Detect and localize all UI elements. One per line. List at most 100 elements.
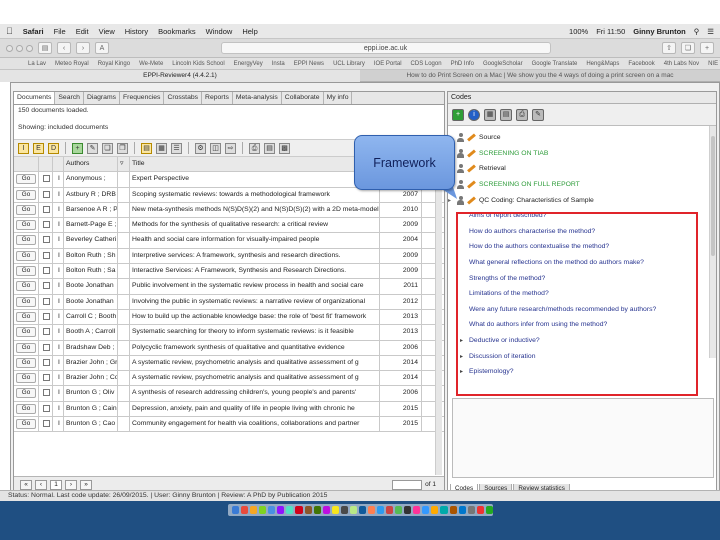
table-row[interactable]: Go I Bolton Ruth ; Sh Interpretive services… bbox=[14, 248, 444, 265]
include-icon[interactable]: I bbox=[18, 142, 29, 154]
row-checkbox[interactable] bbox=[43, 312, 50, 320]
bookmark-item[interactable]: PhD Info bbox=[451, 61, 474, 67]
go-button[interactable]: Go bbox=[16, 388, 36, 399]
report-icon[interactable]: ▤ bbox=[264, 142, 275, 154]
table-row[interactable]: Go I Brunton G ; Cain Depression, anxiety, … bbox=[14, 401, 444, 418]
dock-app-icon[interactable] bbox=[331, 506, 339, 514]
grid-view-icon[interactable]: ▦ bbox=[156, 142, 167, 154]
go-button[interactable]: Go bbox=[16, 403, 36, 414]
dock-app-icon[interactable] bbox=[250, 506, 258, 514]
add-code-icon[interactable]: + bbox=[452, 108, 464, 121]
bookmark-item[interactable]: EnergyVey bbox=[234, 61, 263, 67]
tab-documents[interactable]: Documents bbox=[14, 92, 56, 104]
tab-collaborate[interactable]: Collaborate bbox=[282, 92, 324, 104]
back-icon[interactable]: ‹ bbox=[57, 42, 71, 54]
tab-my-info[interactable]: My info bbox=[324, 92, 353, 104]
dock-app-icon[interactable] bbox=[295, 506, 303, 514]
dock-app-icon[interactable] bbox=[377, 506, 385, 514]
dock-app-icon[interactable] bbox=[467, 506, 475, 514]
table-row[interactable]: Go I Bradshaw Deb ; Polycyclic framework sy… bbox=[14, 340, 444, 356]
tab-frequencies[interactable]: Frequencies bbox=[120, 92, 165, 104]
tab-diagrams[interactable]: Diagrams bbox=[84, 92, 121, 104]
row-checkbox[interactable] bbox=[43, 175, 50, 183]
export-icon[interactable]: ⇨ bbox=[225, 142, 236, 154]
prev-page-button[interactable]: ‹ bbox=[35, 479, 47, 490]
dock-app-icon[interactable] bbox=[340, 506, 348, 514]
info-icon[interactable]: i bbox=[468, 108, 480, 121]
go-button[interactable]: Go bbox=[16, 189, 36, 200]
table-row[interactable]: Go I Beverley Catheri Health and social car… bbox=[14, 233, 444, 249]
next-page-button[interactable]: › bbox=[65, 479, 77, 490]
go-button[interactable]: Go bbox=[16, 327, 36, 338]
go-button[interactable]: Go bbox=[16, 250, 36, 261]
close-window-button[interactable] bbox=[6, 44, 13, 52]
row-checkbox[interactable] bbox=[43, 297, 50, 305]
table-row[interactable]: Go I Booth A ; Carroll Systematic searching… bbox=[14, 325, 444, 341]
go-button[interactable]: Go bbox=[16, 296, 36, 307]
grid-scrollbar[interactable] bbox=[435, 157, 442, 475]
table-row[interactable]: Go I Barnett-Page E ; Methods for the synth… bbox=[14, 218, 444, 234]
menu-help[interactable]: Help bbox=[242, 27, 257, 36]
menu-bookmarks[interactable]: Bookmarks bbox=[158, 27, 196, 36]
first-page-button[interactable]: « bbox=[20, 479, 32, 490]
dock-app-icon[interactable] bbox=[241, 506, 249, 514]
menu-view[interactable]: View bbox=[99, 27, 115, 36]
bookmark-item[interactable]: Meteo Royal bbox=[55, 61, 89, 67]
menu-app-name[interactable]: Safari bbox=[23, 27, 44, 36]
go-button[interactable]: Go bbox=[16, 220, 36, 231]
table-row[interactable]: Go I Brunton G ; Oliv A synthesis of resear… bbox=[14, 386, 444, 402]
current-page[interactable]: 1 bbox=[50, 479, 62, 490]
tab-crosstabs[interactable]: Crosstabs bbox=[164, 92, 203, 104]
bookmark-item[interactable]: NIE Vault bbox=[708, 61, 720, 67]
dock-app-icon[interactable] bbox=[232, 506, 240, 514]
row-checkbox[interactable] bbox=[43, 404, 50, 412]
row-checkbox[interactable] bbox=[43, 236, 50, 244]
dock-app-icon[interactable] bbox=[386, 506, 394, 514]
columns-icon[interactable]: ◫ bbox=[210, 142, 221, 154]
bookmark-item[interactable]: We-Mete bbox=[139, 61, 163, 67]
zoom-window-button[interactable] bbox=[26, 44, 33, 52]
duplicates-icon[interactable]: ❐ bbox=[117, 142, 128, 154]
table-row[interactable]: Go I Boote Jonathan Involving the public in… bbox=[14, 294, 444, 310]
tab-search[interactable]: Search bbox=[55, 92, 84, 104]
settings-icon[interactable]: ⚙ bbox=[195, 142, 206, 154]
dock-app-icon[interactable] bbox=[440, 506, 448, 514]
print-codes-icon[interactable]: ⎙ bbox=[516, 108, 528, 121]
edit-document-icon[interactable]: ✎ bbox=[87, 142, 98, 154]
new-tab-icon[interactable]: + bbox=[700, 42, 714, 54]
bookmark-item[interactable]: UCL Library bbox=[333, 61, 365, 67]
dock-app-icon[interactable] bbox=[322, 506, 330, 514]
menu-file[interactable]: File bbox=[54, 27, 66, 36]
row-checkbox[interactable] bbox=[43, 343, 50, 351]
search-icon[interactable]: ⚲ bbox=[694, 27, 700, 36]
row-checkbox[interactable] bbox=[43, 190, 50, 198]
tab-meta-analysis[interactable]: Meta-analysis bbox=[233, 92, 282, 104]
row-checkbox[interactable] bbox=[43, 358, 50, 366]
code-set-node[interactable]: ▸Retrieval bbox=[448, 161, 716, 177]
dock-app-icon[interactable] bbox=[458, 506, 466, 514]
notification-list-icon[interactable]: ☰ bbox=[707, 27, 714, 36]
bookmark-item[interactable]: Heng&Maps bbox=[586, 61, 619, 67]
dock-app-icon[interactable] bbox=[404, 506, 412, 514]
row-checkbox[interactable] bbox=[43, 282, 50, 290]
column-title[interactable]: Title bbox=[130, 157, 380, 172]
bookmark-item[interactable]: Facebook bbox=[628, 61, 654, 67]
magic-wand-icon[interactable]: ✎ bbox=[532, 108, 544, 121]
go-button[interactable]: Go bbox=[16, 204, 36, 215]
dock-app-icon[interactable] bbox=[485, 506, 493, 514]
go-button[interactable]: Go bbox=[16, 342, 36, 353]
sidebar-icon[interactable]: ▤ bbox=[38, 42, 52, 54]
bookmark-item[interactable]: Royal Kingo bbox=[98, 61, 130, 67]
share-icon[interactable]: ⇧ bbox=[662, 42, 676, 54]
forward-icon[interactable]: › bbox=[76, 42, 90, 54]
column-authors[interactable]: Authors bbox=[64, 157, 118, 172]
dock-app-icon[interactable] bbox=[449, 506, 457, 514]
bookmark-item[interactable]: IOE Portal bbox=[374, 61, 402, 67]
filter-icon[interactable]: ▿ bbox=[118, 157, 130, 172]
dock-app-icon[interactable] bbox=[367, 506, 375, 514]
dock-app-icon[interactable] bbox=[277, 506, 285, 514]
address-bar[interactable]: eppi.ioe.ac.uk bbox=[220, 42, 551, 54]
bookmark-item[interactable]: Lincoln Kids School bbox=[172, 61, 224, 67]
bookmark-item[interactable]: Google Translate bbox=[532, 61, 578, 67]
last-page-button[interactable]: » bbox=[80, 479, 92, 490]
